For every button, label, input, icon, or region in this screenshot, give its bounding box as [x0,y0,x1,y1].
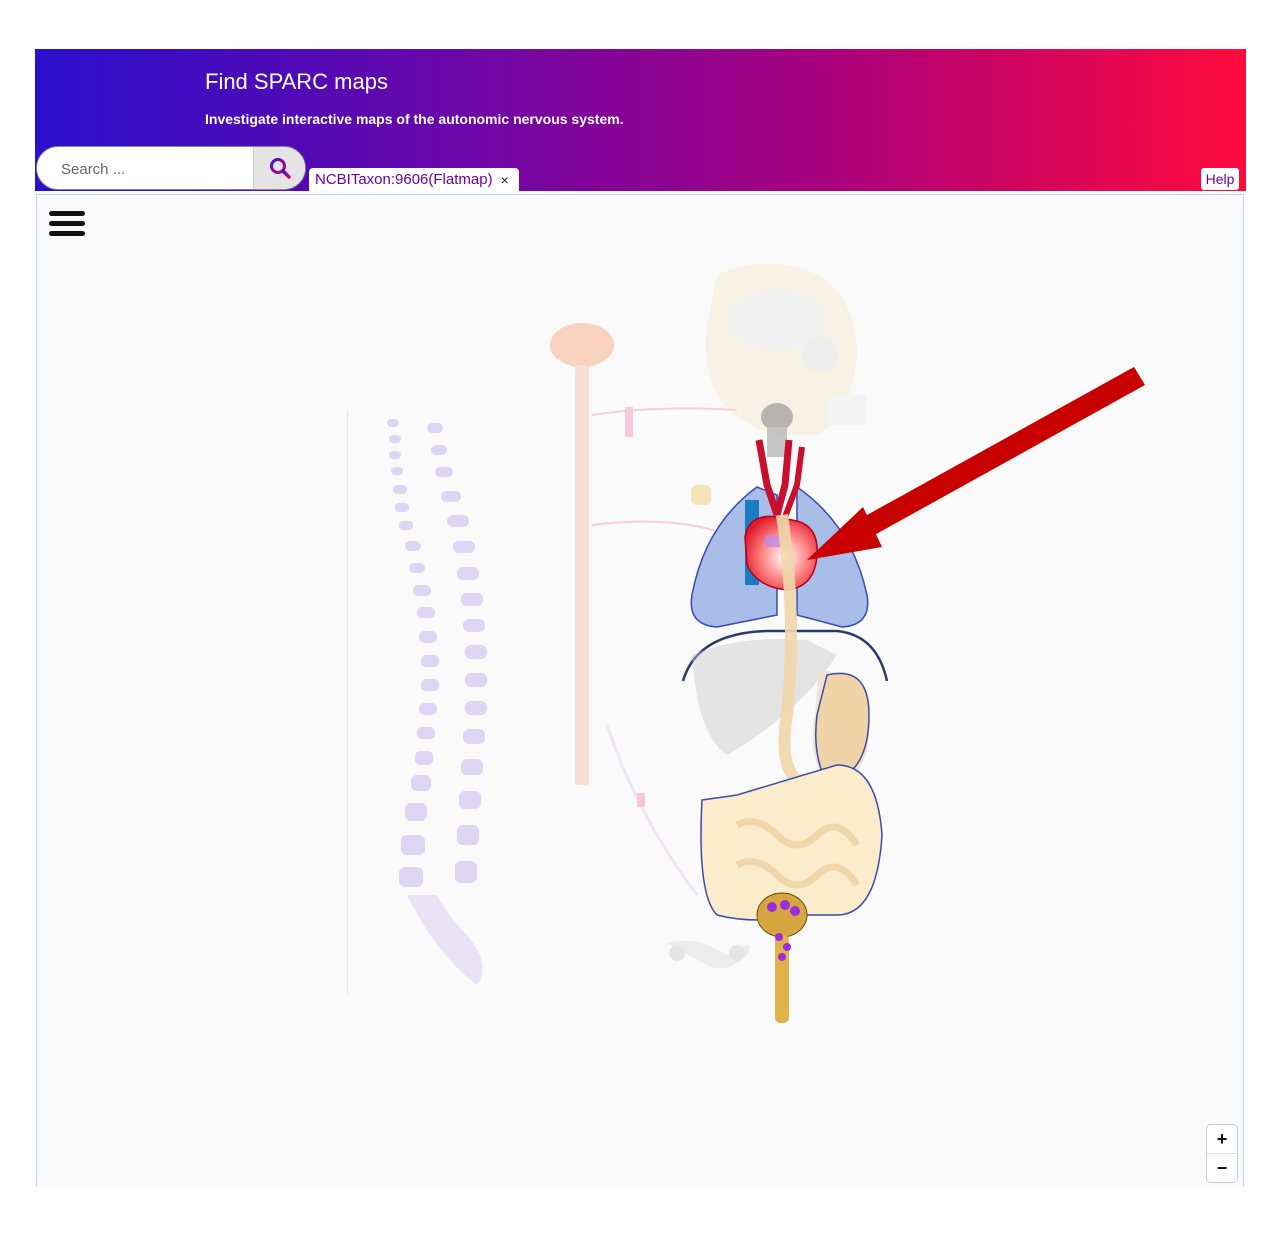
search-bar [36,146,306,190]
uterus [667,940,750,969]
flatmap-viewer[interactable]: + − [36,194,1244,1187]
bladder [756,892,808,1023]
help-button[interactable]: Help [1201,168,1239,190]
page-title: Find SPARC maps [205,69,388,94]
search-icon [269,157,291,179]
search-button[interactable] [253,147,305,189]
zoom-in-button[interactable]: + [1207,1125,1237,1153]
search-input[interactable] [59,157,263,181]
tab-label: NCBITaxon:9606(Flatmap) [315,171,493,188]
tab-close-button[interactable]: × [501,172,509,188]
anatomy-flatmap [347,263,1145,1023]
page-subtitle: Investigate interactive maps of the auto… [205,111,624,127]
spinal-column-diagram [347,410,487,995]
tab-flatmap[interactable]: NCBITaxon:9606(Flatmap) × [309,168,519,191]
zoom-out-button[interactable]: − [1207,1153,1237,1182]
zoom-controls: + − [1206,1124,1238,1183]
